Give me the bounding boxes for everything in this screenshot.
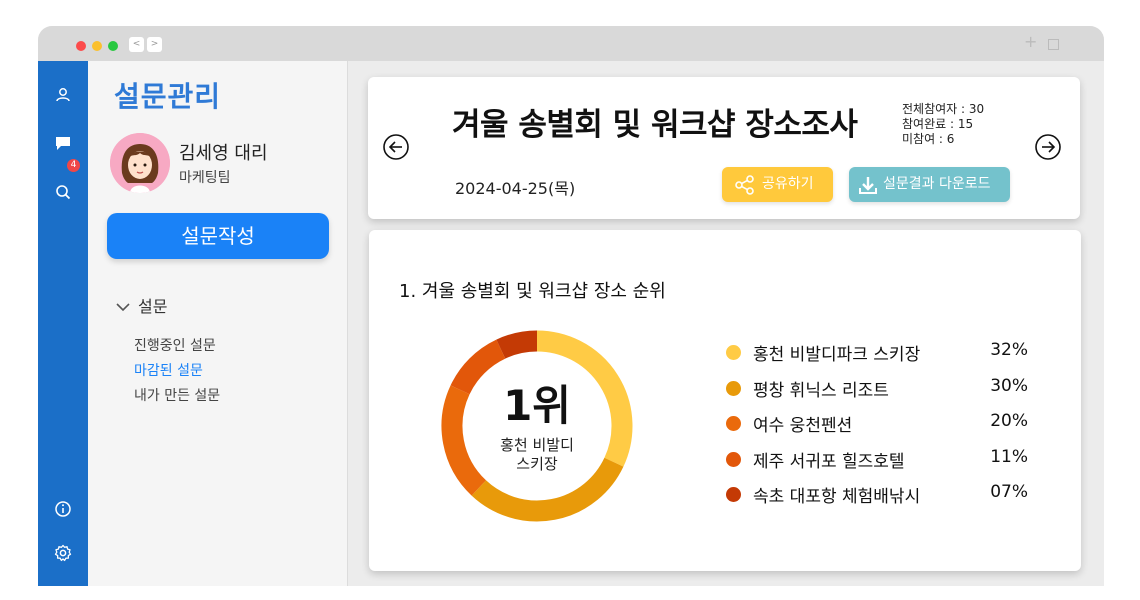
legend-label: 홍천 비발디파크 스키장: [753, 345, 921, 365]
legend-label: 평창 휘닉스 리조트: [753, 381, 889, 401]
legend-value: 32%: [990, 340, 1028, 360]
section-label: 설문: [138, 297, 168, 316]
close-window-button[interactable]: [76, 41, 86, 51]
legend-label: 속초 대포항 체험배낚시: [753, 487, 921, 507]
new-tab-button[interactable]: +: [1024, 32, 1037, 51]
next-survey-button[interactable]: [1034, 133, 1062, 161]
legend-swatch: [726, 381, 741, 396]
browser-back-button[interactable]: <: [129, 37, 144, 52]
create-survey-button[interactable]: 설문작성: [107, 213, 329, 259]
sidebar-item-closed[interactable]: 마감된 설문: [134, 360, 203, 380]
notification-badge: 4: [67, 159, 80, 172]
share-icon: [735, 175, 754, 195]
chevron-down-icon: [116, 297, 130, 316]
legend-value: 30%: [990, 376, 1028, 396]
icon-rail: 4: [38, 61, 88, 586]
browser-forward-button[interactable]: >: [147, 37, 162, 52]
question-result-card: 1. 겨울 송별회 및 워크샵 장소 순위 1위 홍천 비발디 스키장 홍천 비…: [369, 230, 1081, 571]
previous-survey-button[interactable]: [382, 133, 410, 161]
main-content: 겨울 송별회 및 워크샵 장소조사 전체참여자 : 30 참여완료 : 15 미…: [349, 61, 1104, 586]
settings-icon[interactable]: [53, 543, 73, 563]
legend-label: 여수 웅천펜션: [753, 416, 853, 436]
sidebar: 설문관리 김세영 대리 마케팅팀 설문작성 설문 진행중인 설문 마감된 설문 …: [88, 61, 348, 586]
sidebar-item-mine[interactable]: 내가 만든 설문: [134, 385, 220, 405]
question-title: 1. 겨울 송별회 및 워크샵 장소 순위: [399, 281, 666, 302]
user-avatar-icon: [110, 133, 170, 193]
title-bar: < > +: [38, 26, 1104, 61]
download-label: 설문결과 다운로드: [883, 176, 991, 192]
donut-slice: [496, 330, 538, 359]
avatar: [110, 133, 170, 193]
legend-value: 11%: [990, 447, 1028, 467]
sidebar-item-ongoing[interactable]: 진행중인 설문: [134, 335, 216, 355]
survey-title: 겨울 송별회 및 워크샵 장소조사: [452, 107, 858, 143]
legend-item: 속초 대포항 체험배낚시 07%: [726, 482, 1028, 507]
legend-label: 제주 서귀포 힐즈호텔: [753, 452, 905, 472]
window-square-button[interactable]: [1048, 39, 1059, 50]
legend-swatch: [726, 345, 741, 360]
legend-item: 제주 서귀포 힐즈호텔 11%: [726, 447, 1028, 472]
top-choice-name: 홍천 비발디 스키장: [500, 436, 574, 473]
survey-header-card: 겨울 송별회 및 워크샵 장소조사 전체참여자 : 30 참여완료 : 15 미…: [368, 77, 1080, 219]
search-icon[interactable]: [53, 182, 73, 202]
share-button[interactable]: 공유하기: [722, 167, 833, 202]
legend-swatch: [726, 487, 741, 502]
survey-section-toggle[interactable]: 설문: [116, 293, 167, 317]
stat-total: 전체참여자 : 30: [902, 102, 985, 116]
share-label: 공유하기: [762, 176, 814, 192]
info-icon[interactable]: [53, 499, 73, 519]
user-team: 마케팅팀: [179, 170, 231, 186]
user-icon[interactable]: [53, 85, 73, 105]
survey-date: 2024-04-25(목): [455, 179, 576, 198]
participation-stats: 전체참여자 : 30 참여완료 : 15 미참여 : 6: [902, 102, 984, 147]
legend-value: 20%: [990, 411, 1028, 431]
stat-not-participated: 미참여 : 6: [902, 132, 955, 146]
download-results-button[interactable]: 설문결과 다운로드: [849, 167, 1010, 202]
legend-item: 평창 휘닉스 리조트 30%: [726, 376, 1028, 401]
app-title: 설문관리: [114, 80, 222, 113]
maximize-window-button[interactable]: [108, 41, 118, 51]
chat-icon[interactable]: [53, 133, 73, 153]
legend-swatch: [726, 452, 741, 467]
legend-swatch: [726, 416, 741, 431]
legend-item: 여수 웅천펜션 20%: [726, 411, 1028, 436]
top-rank-label: 1위: [503, 381, 571, 430]
minimize-window-button[interactable]: [92, 41, 102, 51]
stat-completed: 참여완료 : 15: [902, 117, 974, 131]
download-icon: [859, 177, 877, 194]
user-name: 김세영 대리: [179, 143, 268, 164]
legend-item: 홍천 비발디파크 스키장 32%: [726, 340, 1028, 365]
app-window: < > + 4 설문관리 김세영 대리 마케팅팀 설문작성 설문 진행중인 설문…: [38, 26, 1104, 586]
legend-value: 07%: [990, 482, 1028, 502]
